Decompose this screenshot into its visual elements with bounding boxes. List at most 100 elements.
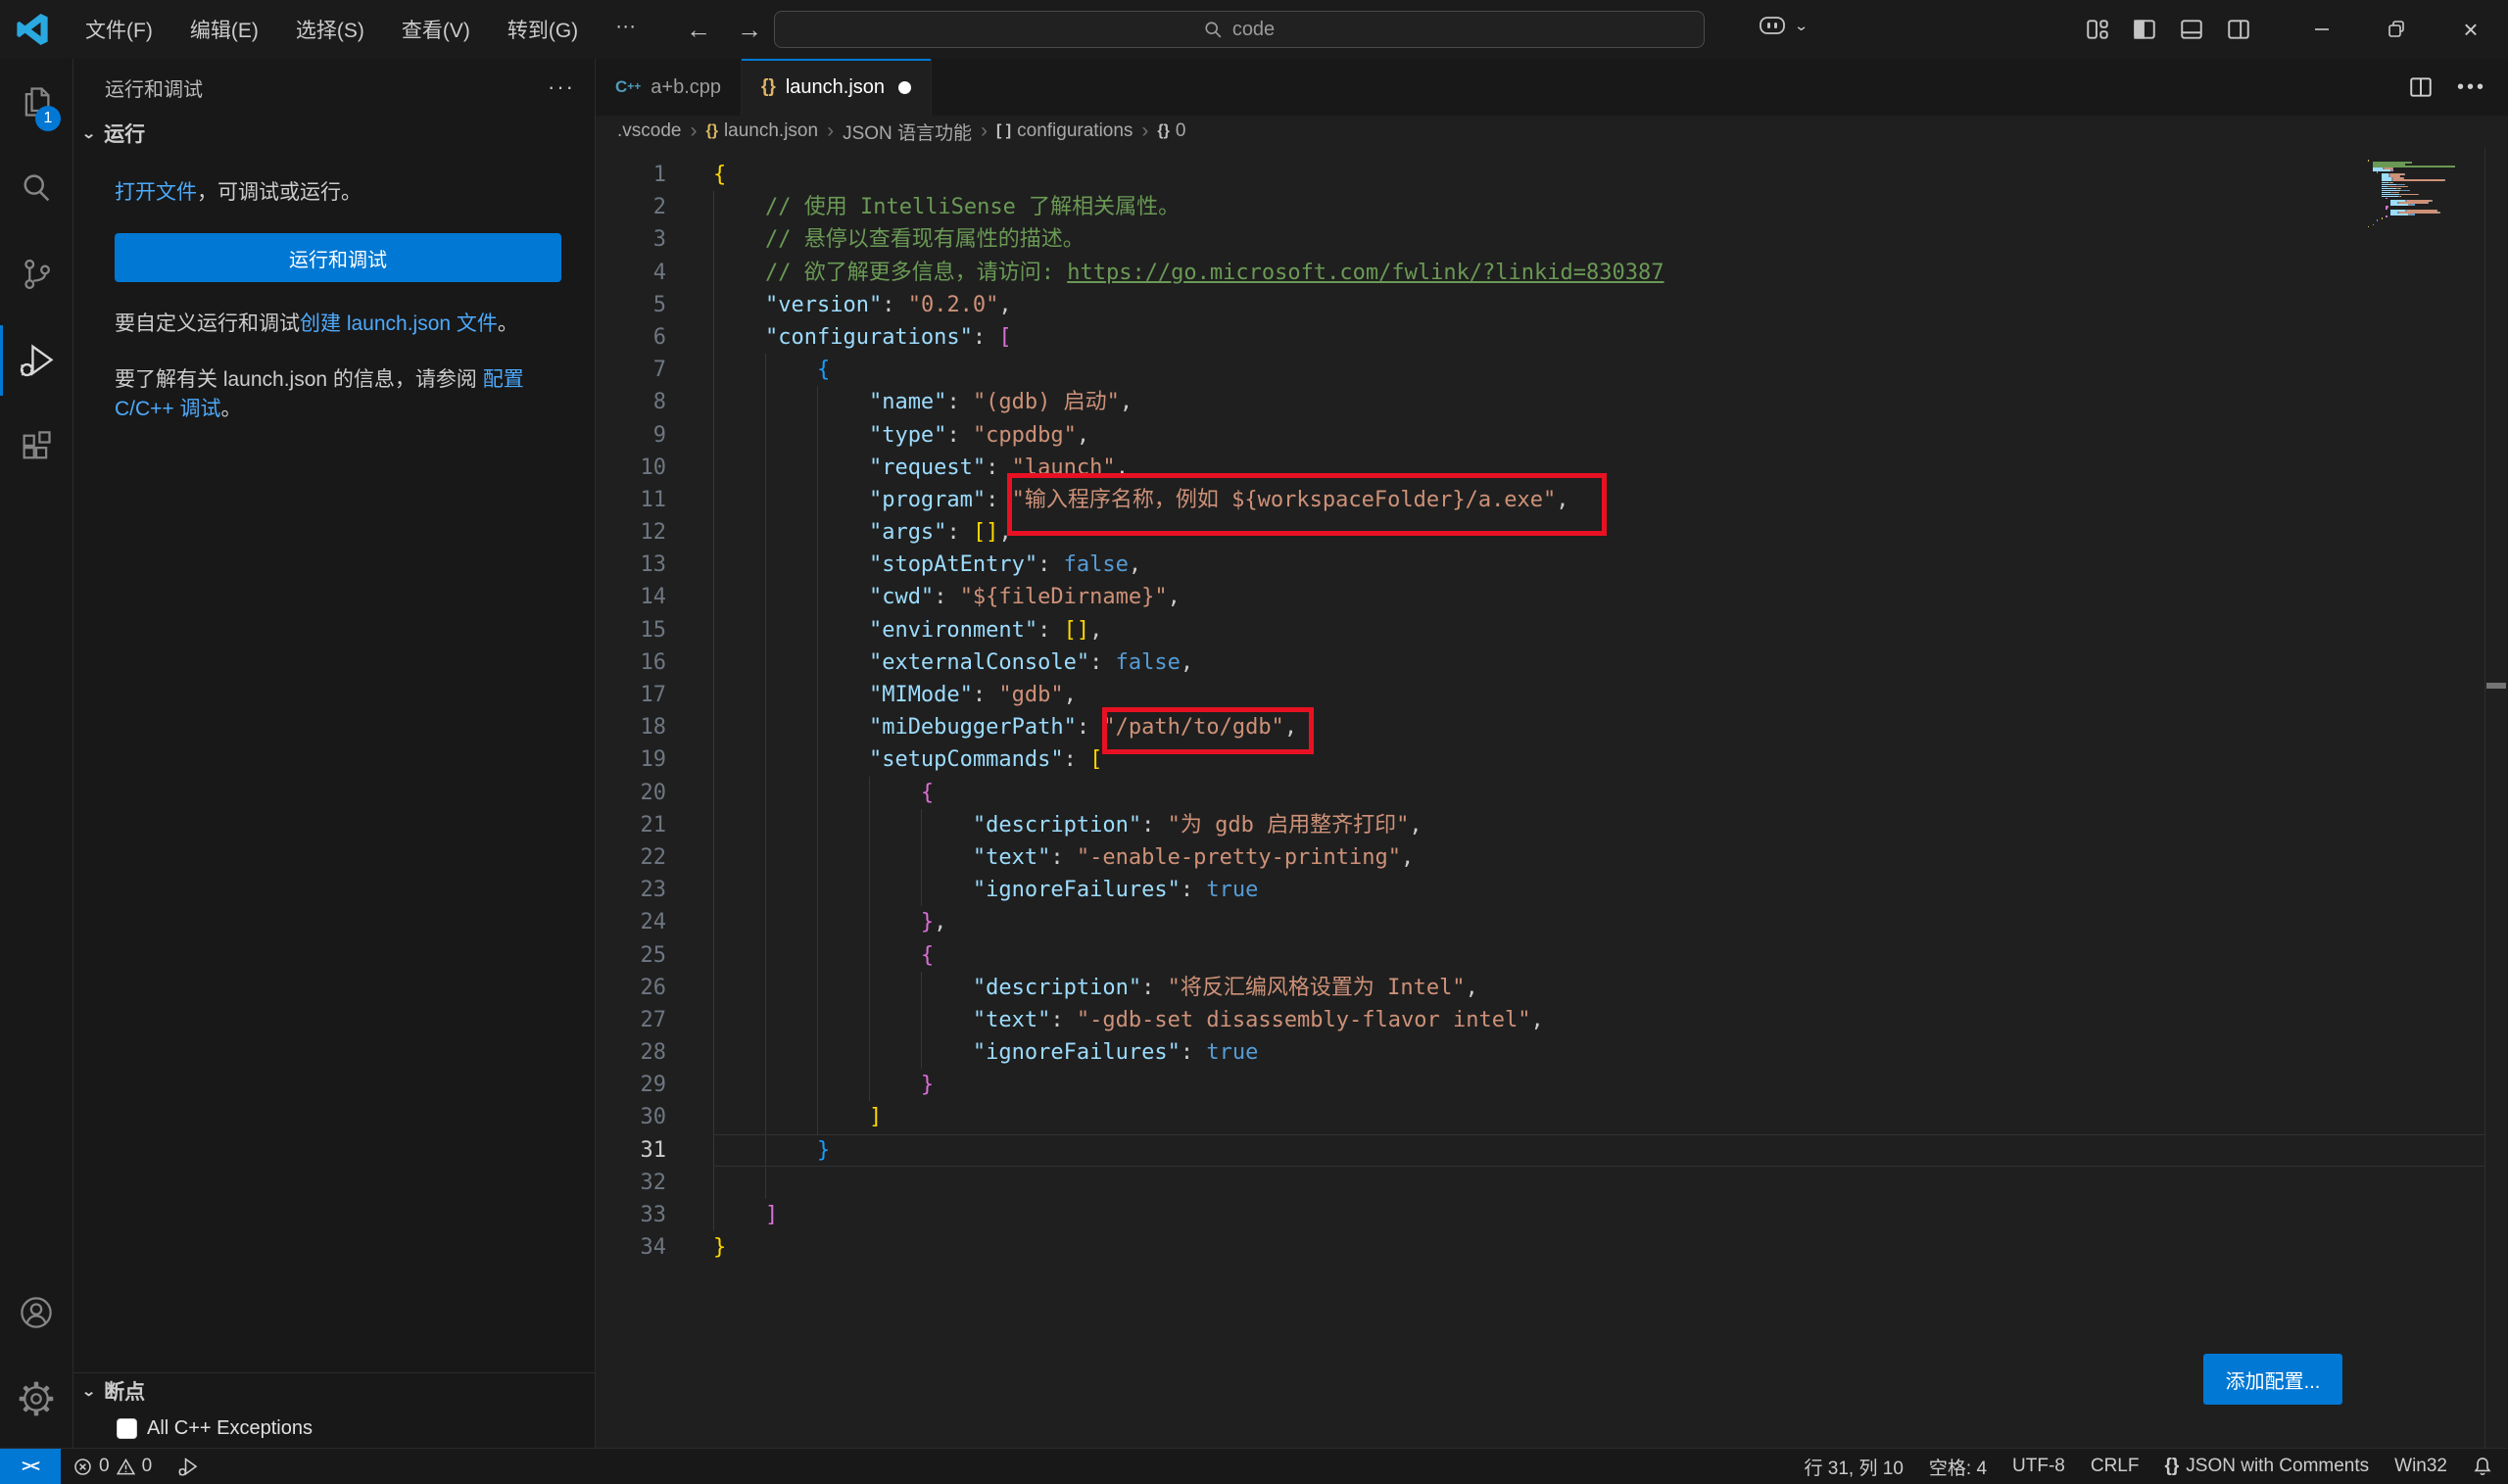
activity-settings-gear-icon[interactable] bbox=[0, 1356, 72, 1442]
line-content[interactable]: } bbox=[666, 1231, 2508, 1264]
breadcrumb-item-.vscode[interactable]: .vscode bbox=[617, 120, 681, 142]
command-center-search[interactable]: code bbox=[774, 11, 1705, 48]
status-行 31, 列 10[interactable]: 行 31, 列 10 bbox=[1792, 1449, 1916, 1484]
line-number[interactable]: 9 bbox=[596, 419, 666, 452]
breadcrumb-item-JSON 语言功能[interactable]: JSON 语言功能 bbox=[843, 119, 972, 145]
line-content[interactable]: "args": [], bbox=[666, 516, 2508, 549]
line-content[interactable]: "text": "-enable-pretty-printing", bbox=[666, 841, 2508, 874]
remote-indicator[interactable]: >< bbox=[0, 1449, 61, 1484]
editor-more-actions-icon[interactable]: ••• bbox=[2457, 76, 2486, 99]
line-content[interactable]: "setupCommands": [ bbox=[666, 743, 2508, 776]
line-number[interactable]: 32 bbox=[596, 1167, 666, 1199]
code-line-4[interactable]: 4 // 欲了解更多信息，请访问: https://go.microsoft.c… bbox=[596, 257, 2508, 289]
open-file-link[interactable]: 打开文件 bbox=[115, 181, 197, 204]
line-content[interactable]: "version": "0.2.0", bbox=[666, 289, 2508, 321]
line-number[interactable]: 24 bbox=[596, 906, 666, 938]
code-line-6[interactable]: 6 "configurations": [ bbox=[596, 321, 2508, 354]
activity-run-debug[interactable] bbox=[0, 317, 72, 404]
breakpoint-checkbox[interactable] bbox=[117, 1418, 137, 1439]
code-line-5[interactable]: 5 "version": "0.2.0", bbox=[596, 289, 2508, 321]
line-number[interactable]: 11 bbox=[596, 484, 666, 516]
line-number[interactable]: 2 bbox=[596, 191, 666, 223]
line-content[interactable]: // 使用 IntelliSense 了解相关属性。 bbox=[666, 191, 2508, 223]
code-line-31[interactable]: 31 } bbox=[596, 1134, 2508, 1167]
line-content[interactable]: "text": "-gdb-set disassembly-flavor int… bbox=[666, 1004, 2508, 1036]
line-number[interactable]: 22 bbox=[596, 841, 666, 874]
line-number[interactable]: 20 bbox=[596, 777, 666, 809]
line-content[interactable]: { bbox=[666, 354, 2508, 386]
code-line-15[interactable]: 15 "environment": [], bbox=[596, 614, 2508, 646]
customize-layout-icon[interactable] bbox=[2085, 17, 2110, 42]
line-content[interactable]: "MIMode": "gdb", bbox=[666, 679, 2508, 711]
line-content[interactable]: "request": "launch", bbox=[666, 452, 2508, 484]
split-editor-icon[interactable] bbox=[2408, 74, 2434, 100]
menu-item-5[interactable]: ··· bbox=[597, 15, 654, 44]
forward-arrow-icon[interactable]: → bbox=[737, 15, 762, 45]
copilot-menu[interactable]: ⌄ bbox=[1759, 14, 1809, 37]
add-configuration-button[interactable]: 添加配置... bbox=[2203, 1354, 2342, 1405]
menu-item-3[interactable]: 查看(V) bbox=[383, 15, 489, 44]
problems-status[interactable]: 0 0 bbox=[61, 1449, 165, 1484]
line-content[interactable]: }, bbox=[666, 906, 2508, 938]
menu-item-1[interactable]: 编辑(E) bbox=[171, 15, 277, 44]
modified-dot-icon[interactable] bbox=[898, 81, 911, 94]
line-content[interactable]: "ignoreFailures": true bbox=[666, 1036, 2508, 1069]
code-line-26[interactable]: 26 "description": "将反汇编风格设置为 Intel", bbox=[596, 972, 2508, 1004]
line-number[interactable]: 25 bbox=[596, 939, 666, 972]
line-number[interactable]: 8 bbox=[596, 386, 666, 418]
code-line-9[interactable]: 9 "type": "cppdbg", bbox=[596, 419, 2508, 452]
code-line-10[interactable]: 10 "request": "launch", bbox=[596, 452, 2508, 484]
breadcrumb-item-0[interactable]: {}0 bbox=[1157, 120, 1185, 142]
line-content[interactable]: { bbox=[666, 939, 2508, 972]
restore-button[interactable] bbox=[2359, 0, 2434, 59]
activity-account[interactable] bbox=[0, 1269, 72, 1356]
code-line-21[interactable]: 21 "description": "为 gdb 启用整齐打印", bbox=[596, 809, 2508, 841]
tab-launch.json[interactable]: {}launch.json bbox=[742, 59, 932, 116]
code-line-18[interactable]: 18 "miDebuggerPath": "/path/to/gdb", bbox=[596, 711, 2508, 743]
line-content[interactable]: "stopAtEntry": false, bbox=[666, 549, 2508, 581]
line-number[interactable]: 13 bbox=[596, 549, 666, 581]
code-line-2[interactable]: 2 // 使用 IntelliSense 了解相关属性。 bbox=[596, 191, 2508, 223]
line-content[interactable]: "configurations": [ bbox=[666, 321, 2508, 354]
line-number[interactable]: 17 bbox=[596, 679, 666, 711]
debug-status[interactable] bbox=[165, 1449, 211, 1484]
line-content[interactable]: "description": "将反汇编风格设置为 Intel", bbox=[666, 972, 2508, 1004]
toggle-secondary-sidebar-icon[interactable] bbox=[2226, 17, 2251, 42]
minimap[interactable] bbox=[2368, 160, 2485, 228]
status-空格: 4[interactable]: 空格: 4 bbox=[1916, 1449, 2000, 1484]
toggle-panel-icon[interactable] bbox=[2179, 17, 2204, 42]
line-content[interactable]: "description": "为 gdb 启用整齐打印", bbox=[666, 809, 2508, 841]
line-content[interactable]: // 欲了解更多信息，请访问: https://go.microsoft.com… bbox=[666, 257, 2508, 289]
line-content[interactable]: "cwd": "${fileDirname}", bbox=[666, 581, 2508, 613]
line-number[interactable]: 31 bbox=[596, 1134, 666, 1167]
code-line-13[interactable]: 13 "stopAtEntry": false, bbox=[596, 549, 2508, 581]
line-number[interactable]: 12 bbox=[596, 516, 666, 549]
code-line-3[interactable]: 3 // 悬停以查看现有属性的描述。 bbox=[596, 223, 2508, 256]
line-content[interactable]: "miDebuggerPath": "/path/to/gdb", bbox=[666, 711, 2508, 743]
run-section-header[interactable]: ⌄ 运行 bbox=[73, 116, 595, 151]
code-line-20[interactable]: 20 { bbox=[596, 777, 2508, 809]
code-line-29[interactable]: 29 } bbox=[596, 1069, 2508, 1101]
minimize-button[interactable] bbox=[2285, 0, 2359, 59]
line-number[interactable]: 21 bbox=[596, 809, 666, 841]
activity-extensions[interactable] bbox=[0, 404, 72, 490]
line-content[interactable]: "environment": [], bbox=[666, 614, 2508, 646]
line-number[interactable]: 34 bbox=[596, 1231, 666, 1264]
breadcrumb-item-launch.json[interactable]: {}launch.json bbox=[705, 120, 818, 142]
line-number[interactable]: 1 bbox=[596, 159, 666, 191]
breakpoints-header[interactable]: ⌄ 断点 bbox=[73, 1373, 595, 1409]
line-number[interactable]: 10 bbox=[596, 452, 666, 484]
code-line-34[interactable]: 34} bbox=[596, 1231, 2508, 1264]
code-line-24[interactable]: 24 }, bbox=[596, 906, 2508, 938]
line-content[interactable]: ] bbox=[666, 1101, 2508, 1133]
line-number[interactable]: 16 bbox=[596, 646, 666, 679]
code-editor[interactable]: 1{2 // 使用 IntelliSense 了解相关属性。3 // 悬停以查看… bbox=[596, 147, 2508, 1264]
line-content[interactable]: { bbox=[666, 159, 2508, 191]
code-line-8[interactable]: 8 "name": "(gdb) 启动", bbox=[596, 386, 2508, 418]
line-content[interactable]: // 悬停以查看现有属性的描述。 bbox=[666, 223, 2508, 256]
code-line-32[interactable]: 32 bbox=[596, 1167, 2508, 1199]
line-content[interactable] bbox=[666, 1167, 2508, 1199]
line-number[interactable]: 29 bbox=[596, 1069, 666, 1101]
activity-source-control[interactable] bbox=[0, 231, 72, 317]
line-number[interactable]: 26 bbox=[596, 972, 666, 1004]
